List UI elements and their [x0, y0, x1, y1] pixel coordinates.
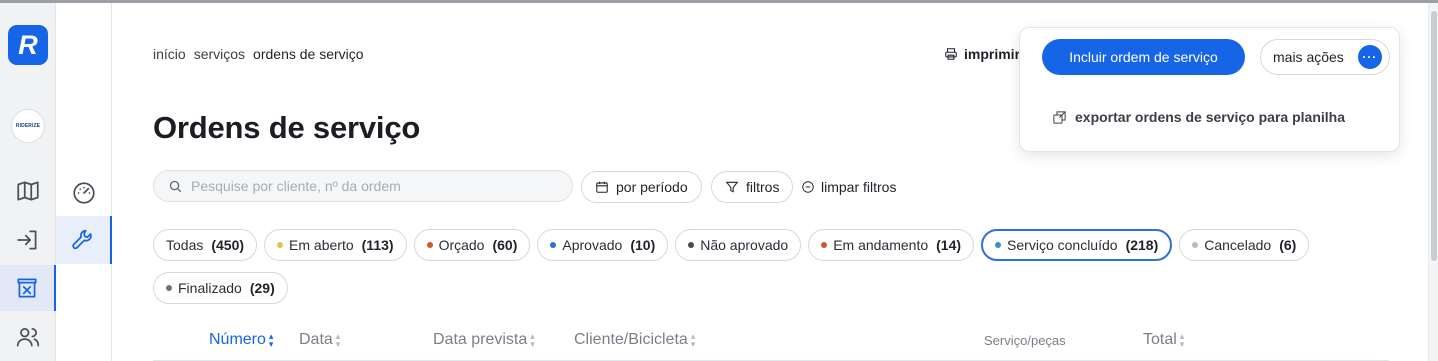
- status-chip-label: Cancelado: [1204, 237, 1272, 253]
- breadcrumb-home[interactable]: início: [153, 46, 186, 62]
- status-chip-label: Serviço concluído: [1007, 237, 1118, 253]
- status-chip-count: (6): [1279, 237, 1297, 253]
- status-chip-count: (14): [936, 237, 962, 253]
- status-chip[interactable]: Finalizado (29): [153, 272, 288, 304]
- filters-button[interactable]: filtros: [711, 171, 794, 203]
- status-dot-icon: [995, 242, 1002, 248]
- column-total[interactable]: Total ▴ ▾: [1143, 331, 1184, 349]
- store-icon: [17, 278, 37, 298]
- sort-icon: ▴ ▾: [268, 331, 274, 349]
- breadcrumb-services[interactable]: serviços: [194, 46, 245, 62]
- rail-item-login[interactable]: [0, 218, 56, 262]
- export-icon: [1053, 110, 1066, 124]
- breadcrumb-current: ordens de serviço: [253, 46, 364, 62]
- sidebar-item-services[interactable]: [56, 216, 112, 264]
- status-chip[interactable]: Serviço concluído (218): [981, 229, 1173, 261]
- status-chip[interactable]: Em andamento (14): [808, 229, 975, 261]
- column-expected-date[interactable]: Data prevista ▴ ▾: [433, 331, 535, 349]
- rail-item-map[interactable]: [0, 169, 56, 213]
- status-chip[interactable]: Aprovado (10): [537, 229, 669, 261]
- calendar-icon: [596, 181, 608, 193]
- sort-icon: ▴ ▾: [335, 331, 341, 349]
- status-chip-count: (450): [211, 237, 245, 253]
- status-chip-count: (218): [1125, 237, 1159, 253]
- status-chip-count: (60): [492, 237, 518, 253]
- actions-dropdown: Incluir ordem de serviço mais ações ··· …: [1019, 27, 1400, 152]
- status-chip[interactable]: Orçado (60): [413, 229, 531, 261]
- status-chip[interactable]: Não aprovado: [675, 229, 802, 261]
- add-service-order-button[interactable]: Incluir ordem de serviço: [1042, 39, 1245, 75]
- login-icon: [17, 230, 37, 250]
- rail-item-users[interactable]: [0, 315, 56, 359]
- status-dot-icon: [166, 285, 172, 291]
- section-sidebar: [56, 3, 112, 361]
- status-dot-icon: [277, 242, 284, 248]
- status-chip-count: (10): [630, 237, 656, 253]
- print-button[interactable]: imprimir: [944, 46, 1020, 62]
- status-chip-count: (29): [249, 280, 275, 296]
- status-chip-label: Em aberto: [289, 237, 354, 253]
- page-title: Ordens de serviço: [153, 110, 421, 145]
- search-input[interactable]: [191, 178, 551, 194]
- status-dot-icon: [821, 242, 828, 248]
- sort-icon: ▴ ▾: [1179, 331, 1185, 349]
- status-dot-icon: [550, 242, 557, 248]
- sort-icon: ▴ ▾: [690, 331, 696, 349]
- scrollbar-thumb[interactable]: [1431, 11, 1437, 261]
- status-chip[interactable]: Todas (450): [153, 229, 258, 261]
- status-chips: Todas (450) Em aberto (113) Orçado (60) Aprova…: [153, 229, 1393, 304]
- status-chip-count: (113): [361, 237, 394, 253]
- status-chip-label: Todas: [166, 237, 204, 253]
- search-box[interactable]: [153, 170, 573, 202]
- sidebar-item-dashboard[interactable]: [56, 171, 112, 215]
- period-filter-button[interactable]: por período: [581, 171, 702, 203]
- column-customer-bike[interactable]: Cliente/Bicicleta ▴ ▾: [574, 331, 695, 349]
- page-scrollbar[interactable]: [1428, 3, 1438, 361]
- wrench-icon: [72, 229, 92, 250]
- app-rail: R RIDERIZE: [0, 3, 56, 361]
- dashboard-gauge-icon: [73, 182, 95, 204]
- brand-avatar[interactable]: RIDERIZE: [11, 109, 45, 143]
- column-service-parts: Serviço/peças: [984, 333, 1066, 348]
- map-icon: [17, 181, 39, 201]
- status-dot-icon: [426, 242, 433, 248]
- search-icon: [169, 180, 182, 192]
- status-chip[interactable]: Cancelado (6): [1179, 229, 1310, 261]
- status-chip-label: Orçado: [438, 237, 485, 253]
- column-number[interactable]: Número ▴ ▾: [209, 331, 273, 349]
- status-chip-label: Finalizado: [178, 280, 242, 296]
- export-spreadsheet-menu-item[interactable]: exportar ordens de serviço para planilha: [1052, 109, 1345, 125]
- printer-icon: [945, 48, 957, 60]
- status-chip-label: Não aprovado: [700, 237, 789, 253]
- sort-icon: ▴ ▾: [530, 331, 535, 349]
- breadcrumb: início serviços ordens de serviço: [153, 46, 364, 62]
- column-date[interactable]: Data ▴ ▾: [299, 331, 340, 349]
- users-icon: [16, 328, 40, 347]
- app-logo[interactable]: R: [8, 25, 48, 65]
- table-header: Número ▴ ▾ Data ▴ ▾ Data prevista ▴ ▾ Clien…: [153, 323, 1389, 361]
- clear-filters-button[interactable]: limpar filtros: [801, 171, 896, 203]
- status-chip-label: Em andamento: [833, 237, 929, 253]
- status-chip-label: Aprovado: [562, 237, 623, 253]
- minus-circle-icon: [802, 181, 814, 193]
- more-dots-icon: ···: [1357, 45, 1382, 69]
- rail-item-store[interactable]: [0, 265, 56, 311]
- status-dot-icon: [1192, 242, 1199, 248]
- status-chip[interactable]: Em aberto (113): [264, 229, 407, 261]
- status-dot-icon: [688, 242, 695, 248]
- more-actions-button[interactable]: mais ações ···: [1260, 39, 1390, 75]
- funnel-icon: [725, 181, 739, 193]
